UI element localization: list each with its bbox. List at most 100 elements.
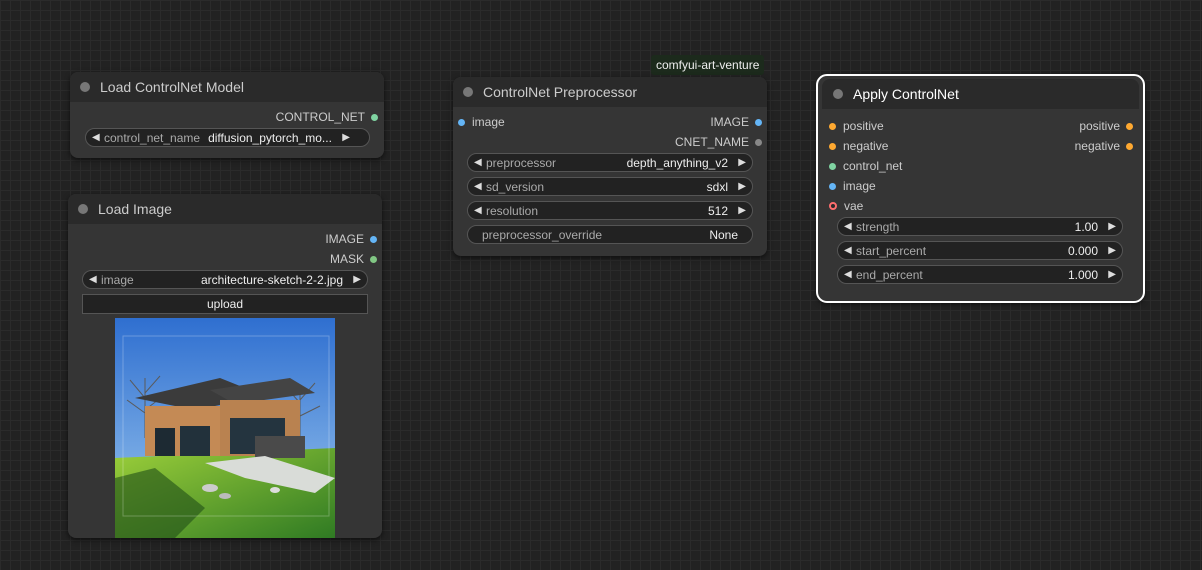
image-output-dot-icon[interactable] [370, 235, 377, 243]
strength-number[interactable]: ◀ strength 1.00 ▶ [837, 217, 1123, 236]
vae-input-ring-icon[interactable] [829, 202, 837, 210]
node-title: ControlNet Preprocessor [483, 84, 638, 100]
output-control-net[interactable]: CONTROL_NET [276, 108, 378, 126]
image-input-dot-icon[interactable] [829, 182, 836, 190]
output-label: CONTROL_NET [275, 110, 365, 124]
arrow-right-icon[interactable]: ▶ [734, 205, 746, 216]
conditioning-output-dot-icon[interactable] [1126, 122, 1133, 130]
image-combo[interactable]: ◀ image architecture-sketch-2-2.jpg ▶ [82, 270, 368, 289]
input-label: negative [843, 139, 889, 153]
input-vae[interactable]: vae [829, 197, 863, 215]
widget-label: preprocessor [486, 155, 557, 170]
start-percent-number[interactable]: ◀ start_percent 0.000 ▶ [837, 241, 1123, 260]
load-controlnet-node[interactable]: Load ControlNet Model CONTROL_NET ◀ cont… [70, 72, 384, 158]
widget-value: architecture-sketch-2-2.jpg [200, 272, 343, 287]
controlnet-input-dot-icon[interactable] [829, 162, 836, 170]
image-preview [115, 318, 335, 538]
collapse-dot-icon[interactable] [80, 82, 90, 92]
input-label: positive [843, 119, 884, 133]
cnet-name-output-dot-icon[interactable] [755, 138, 762, 146]
output-label: MASK [329, 252, 364, 266]
arrow-left-icon[interactable]: ◀ [89, 274, 101, 285]
image-input-dot-icon[interactable] [458, 118, 465, 126]
node-title: Load Image [98, 201, 172, 217]
arrow-right-icon[interactable]: ▶ [338, 132, 350, 143]
widget-value: 0.000 [1067, 243, 1098, 258]
arrow-right-icon[interactable]: ▶ [1104, 221, 1116, 232]
output-label: IMAGE [325, 232, 364, 246]
preprocessor-override-field[interactable]: preprocessor_override None [467, 225, 753, 244]
widget-value: diffusion_pytorch_mo... [208, 130, 332, 145]
node-title-bar[interactable]: Load Image [68, 194, 382, 224]
node-title: Apply ControlNet [853, 86, 959, 102]
output-label: IMAGE [710, 115, 749, 129]
mask-output-dot-icon[interactable] [370, 255, 377, 263]
conditioning-output-dot-icon[interactable] [1126, 142, 1133, 150]
widget-value: sdxl [706, 179, 728, 194]
output-label: negative [1074, 139, 1120, 153]
arrow-left-icon[interactable]: ◀ [92, 132, 104, 143]
collapse-dot-icon[interactable] [78, 204, 88, 214]
input-image[interactable]: image [829, 177, 876, 195]
widget-label: control_net_name [104, 130, 201, 145]
sd-version-combo[interactable]: ◀ sd_version sdxl ▶ [467, 177, 753, 196]
output-label: positive [1079, 119, 1120, 133]
upload-button[interactable]: upload [82, 294, 368, 314]
widget-label: strength [856, 219, 900, 234]
widget-label: end_percent [856, 267, 923, 282]
widget-value: None [709, 227, 738, 242]
widget-label: image [101, 272, 134, 287]
node-title-bar[interactable]: Load ControlNet Model [70, 72, 384, 102]
arrow-right-icon[interactable]: ▶ [1104, 245, 1116, 256]
controlnet-preprocessor-node[interactable]: ControlNet Preprocessor image IMAGE CNET… [453, 77, 767, 256]
end-percent-number[interactable]: ◀ end_percent 1.000 ▶ [837, 265, 1123, 284]
collapse-dot-icon[interactable] [833, 89, 843, 99]
conditioning-input-dot-icon[interactable] [829, 122, 836, 130]
output-image[interactable]: IMAGE [710, 113, 762, 131]
input-negative[interactable]: negative [829, 137, 888, 155]
widget-value: 1.000 [1067, 267, 1098, 282]
image-output-dot-icon[interactable] [755, 118, 762, 126]
arrow-left-icon[interactable]: ◀ [474, 157, 486, 168]
output-cnet-name[interactable]: CNET_NAME [675, 133, 762, 151]
arrow-left-icon[interactable]: ◀ [474, 205, 486, 216]
preprocessor-combo[interactable]: ◀ preprocessor depth_anything_v2 ▶ [467, 153, 753, 172]
widget-label: preprocessor_override [482, 227, 603, 242]
output-label: CNET_NAME [674, 135, 749, 149]
arrow-left-icon[interactable]: ◀ [844, 221, 856, 232]
arrow-right-icon[interactable]: ▶ [734, 157, 746, 168]
conditioning-input-dot-icon[interactable] [829, 142, 836, 150]
arrow-left-icon[interactable]: ◀ [844, 269, 856, 280]
widget-value: 1.00 [1074, 219, 1098, 234]
widget-value: depth_anything_v2 [626, 155, 728, 170]
resolution-number[interactable]: ◀ resolution 512 ▶ [467, 201, 753, 220]
arrow-left-icon[interactable]: ◀ [844, 245, 856, 256]
widget-label: sd_version [486, 179, 545, 194]
collapse-dot-icon[interactable] [463, 87, 473, 97]
input-label: vae [844, 199, 864, 213]
load-image-node[interactable]: Load Image IMAGE MASK ◀ image architectu… [68, 194, 382, 538]
output-positive[interactable]: positive [1079, 117, 1133, 135]
arrow-left-icon[interactable]: ◀ [474, 181, 486, 192]
apply-controlnet-node[interactable]: Apply ControlNet positive negative contr… [816, 74, 1145, 303]
input-control-net[interactable]: control_net [829, 157, 902, 175]
widget-value: 512 [707, 203, 728, 218]
output-mask[interactable]: MASK [330, 250, 377, 268]
arrow-right-icon[interactable]: ▶ [349, 274, 361, 285]
arrow-right-icon[interactable]: ▶ [1104, 269, 1116, 280]
controlnet-output-dot-icon[interactable] [371, 113, 378, 121]
node-title-bar[interactable]: Apply ControlNet [822, 79, 1139, 109]
input-image[interactable]: image [458, 113, 505, 131]
output-negative[interactable]: negative [1075, 137, 1133, 155]
widget-label: resolution [486, 203, 539, 218]
arrow-right-icon[interactable]: ▶ [734, 181, 746, 192]
node-source-badge: comfyui-art-venture [651, 55, 765, 75]
input-label: control_net [843, 159, 903, 173]
control-net-name-combo[interactable]: ◀ control_net_name diffusion_pytorch_mo.… [85, 128, 370, 147]
output-image[interactable]: IMAGE [325, 230, 377, 248]
input-label: image [472, 115, 505, 129]
node-title: Load ControlNet Model [100, 79, 244, 95]
input-positive[interactable]: positive [829, 117, 884, 135]
node-title-bar[interactable]: ControlNet Preprocessor [453, 77, 767, 107]
widget-label: start_percent [856, 243, 927, 258]
